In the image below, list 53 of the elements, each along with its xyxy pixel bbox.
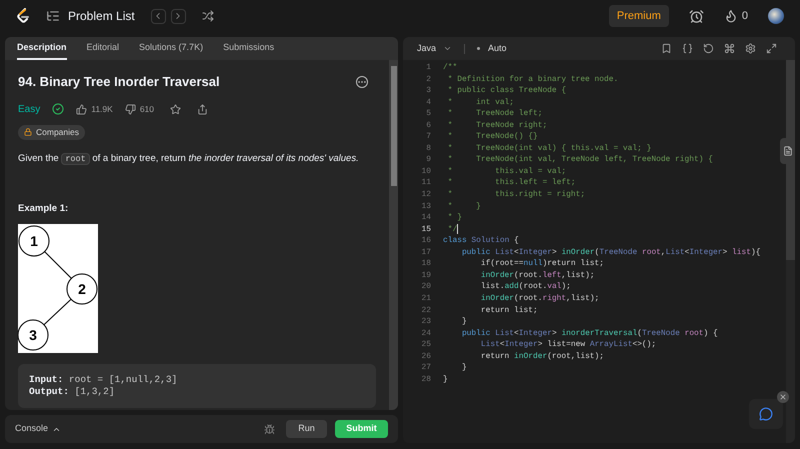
example-block: Input: root = [1,null,2,3] Output: [1,3,2]: [18, 364, 376, 408]
close-button[interactable]: [777, 391, 789, 403]
streak-count: 0: [742, 8, 748, 24]
scrollbar[interactable]: [389, 60, 398, 410]
bookmark-icon[interactable]: [661, 43, 672, 54]
lock-icon: [24, 128, 32, 136]
previous-button[interactable]: [150, 8, 166, 24]
panel-tab[interactable]: Editorial: [86, 37, 120, 60]
tree-node: 3: [18, 320, 48, 350]
tree-edge: [44, 251, 72, 279]
problem-list-link[interactable]: Problem List: [68, 7, 135, 25]
tree-node: 2: [66, 274, 98, 304]
scrollbar[interactable]: [786, 60, 795, 443]
like-count: 11.9K: [91, 102, 113, 116]
dislike-icon[interactable]: [124, 104, 136, 114]
caret-icon: [443, 44, 452, 53]
like-icon[interactable]: [76, 104, 88, 114]
dislike-count: 610: [140, 102, 154, 116]
tree-edge: [43, 298, 72, 326]
close-icon: [779, 393, 787, 401]
next-button[interactable]: [170, 8, 186, 24]
tree-node: 1: [18, 226, 50, 256]
star-icon[interactable]: [170, 104, 182, 114]
chat-icon: [759, 407, 773, 421]
reset-icon[interactable]: [703, 43, 714, 54]
panel-tab[interactable]: Submissions: [223, 37, 274, 60]
problem-title: 94. Binary Tree Inorder Traversal: [18, 73, 220, 91]
maximize-icon[interactable]: [766, 43, 777, 54]
console-button[interactable]: Console: [15, 422, 62, 436]
settings-icon[interactable]: [745, 43, 756, 54]
panel-tab[interactable]: Solutions (7.7K): [139, 37, 204, 60]
run-button[interactable]: Run: [286, 420, 327, 438]
logo-icon[interactable]: [16, 8, 30, 24]
braces-icon[interactable]: [682, 43, 693, 54]
alarm-clock-icon[interactable]: [688, 8, 704, 24]
avatar[interactable]: [768, 8, 784, 24]
premium-button[interactable]: Premium: [608, 5, 669, 27]
mode-label[interactable]: Auto: [488, 42, 507, 56]
more-icon[interactable]: [356, 76, 368, 88]
shuffle-icon[interactable]: [202, 10, 214, 22]
panel-tab[interactable]: Description: [17, 37, 67, 60]
problem-description: Given the root of a binary tree, return the inorder traversal of its nodes' values.: [18, 152, 360, 166]
flame-icon[interactable]: [724, 9, 738, 23]
companies-tag[interactable]: Companies: [18, 124, 85, 140]
problem-list-icon[interactable]: [46, 9, 60, 23]
difficulty-label: Easy: [18, 102, 40, 116]
language-select[interactable]: Java: [417, 42, 452, 56]
bug-icon[interactable]: [264, 424, 275, 434]
command-icon[interactable]: [724, 43, 735, 54]
document-icon: [782, 146, 792, 156]
example-heading: Example 1:: [18, 202, 70, 216]
share-icon[interactable]: [197, 104, 208, 114]
chat-button[interactable]: [749, 399, 783, 429]
